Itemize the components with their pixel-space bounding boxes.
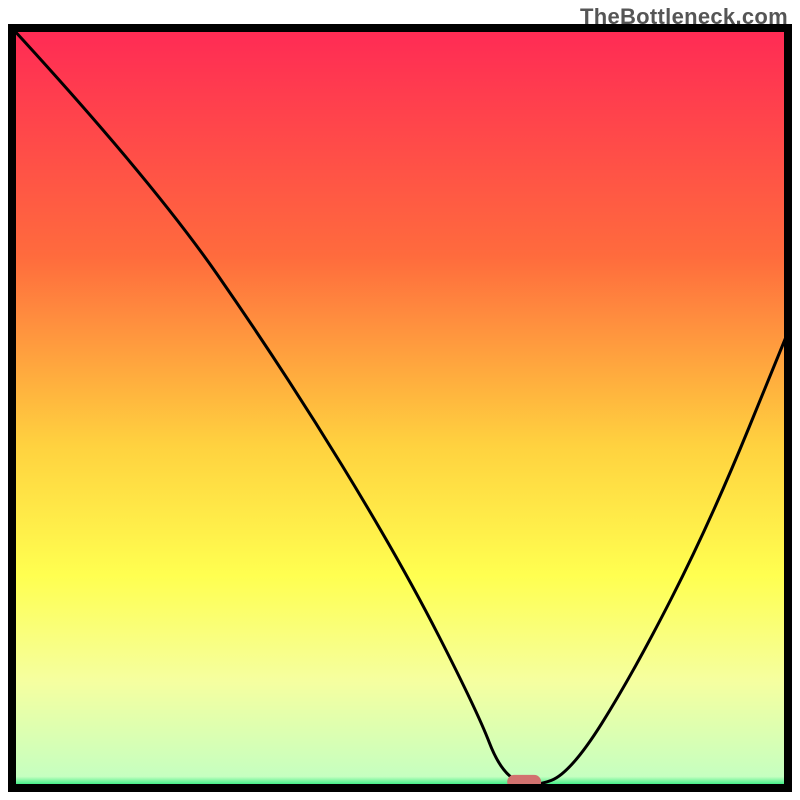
chart-container: TheBottleneck.com <box>0 0 800 800</box>
gradient-background <box>12 28 788 788</box>
bottleneck-chart <box>0 0 800 800</box>
watermark-text: TheBottleneck.com <box>580 4 788 30</box>
